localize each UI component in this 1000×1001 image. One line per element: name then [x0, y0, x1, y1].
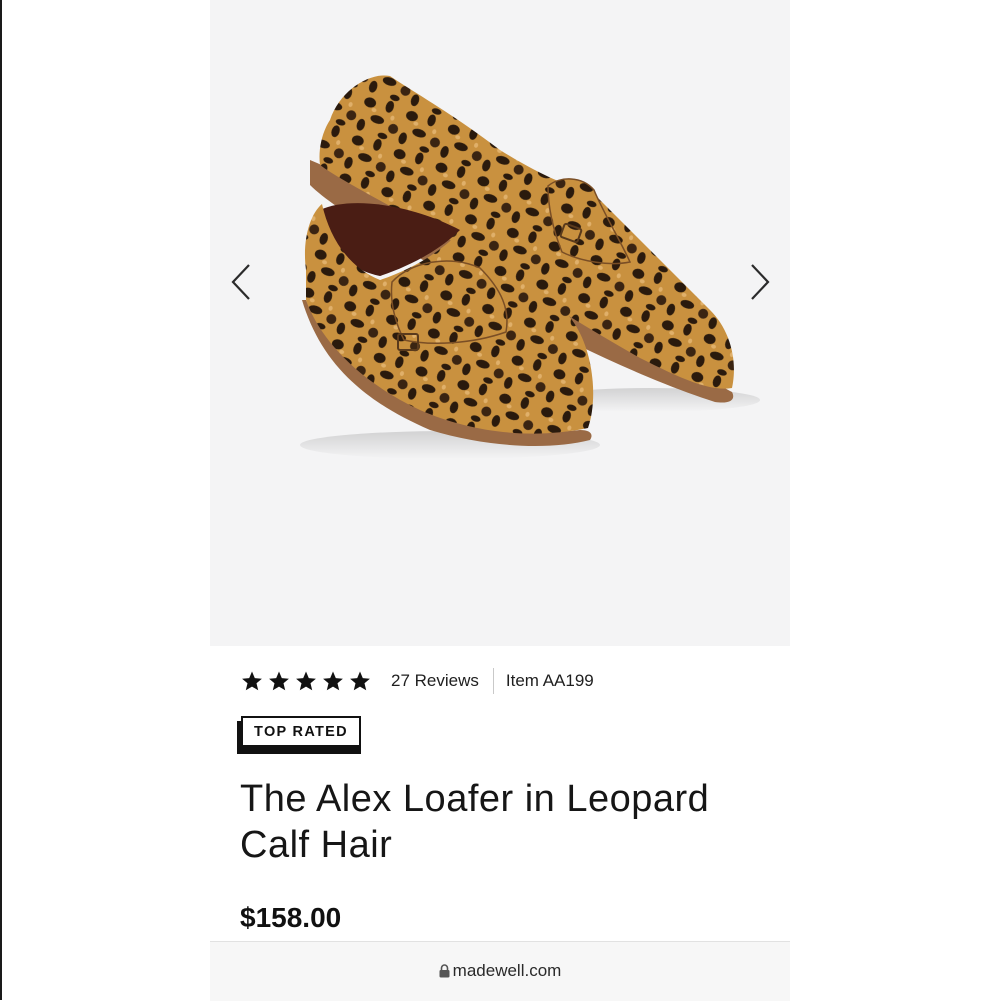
badge-label: TOP RATED — [241, 716, 361, 747]
divider — [492, 668, 494, 694]
gallery-next-button[interactable] — [738, 258, 782, 306]
product-image-leopard-loafers — [300, 75, 760, 459]
item-number: Item AA199 — [505, 671, 594, 690]
star-icon — [296, 671, 316, 691]
screen-left-edge — [0, 0, 2, 1000]
browser-address-bar[interactable]: madewell.com — [210, 941, 790, 1001]
url-display[interactable]: madewell.com — [210, 961, 790, 981]
star-icon — [242, 671, 262, 691]
reviews-link[interactable]: 27 Reviews — [391, 671, 479, 691]
product-image-gallery[interactable] — [210, 0, 790, 646]
star-icon — [323, 671, 343, 691]
product-title: The Alex Loafer in Leopard Calf Hair — [240, 778, 710, 866]
star-icon — [350, 671, 370, 691]
product-price: $158.00 — [240, 902, 342, 933]
chevron-left-icon — [231, 264, 250, 300]
gallery-prev-button[interactable] — [219, 258, 263, 306]
url-text: madewell.com — [452, 961, 562, 980]
rating-row: 27 Reviews Item AA199 — [240, 668, 594, 694]
star-icon — [269, 671, 289, 691]
lock-icon — [439, 964, 450, 978]
product-page: 27 Reviews Item AA199 TOP RATED The Alex… — [210, 0, 790, 1001]
star-rating — [240, 669, 372, 693]
chevron-right-icon — [751, 264, 770, 300]
top-rated-badge: TOP RATED — [237, 716, 367, 756]
